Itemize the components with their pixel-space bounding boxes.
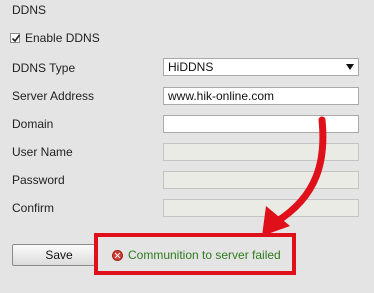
ddns-type-label: DDNS Type [12,61,76,75]
confirm-input[interactable] [163,199,359,217]
server-address-input[interactable]: www.hik-online.com [163,87,359,105]
ddns-type-select[interactable]: HiDDNS [163,58,359,76]
domain-input[interactable] [163,115,359,133]
enable-ddns-checkbox[interactable] [10,33,21,43]
section-title: DDNS [12,3,47,17]
save-button[interactable]: Save [12,244,106,266]
status-message: Communition to server failed [112,248,281,262]
checkmark-icon [11,34,21,43]
error-icon [112,249,123,261]
domain-label: Domain [12,117,54,131]
user-name-label: User Name [12,145,73,159]
enable-ddns-label: Enable DDNS [25,31,100,45]
server-address-label: Server Address [12,89,95,103]
status-highlight-box: Communition to server failed [94,233,296,275]
password-label: Password [12,173,65,187]
user-name-input[interactable] [163,143,359,161]
enable-ddns-row[interactable]: Enable DDNS [10,31,100,45]
password-input[interactable] [163,171,359,189]
confirm-label: Confirm [12,201,55,215]
ddns-type-value: HiDDNS [168,60,214,74]
chevron-down-icon [346,64,354,70]
status-text: Communition to server failed [128,248,281,262]
